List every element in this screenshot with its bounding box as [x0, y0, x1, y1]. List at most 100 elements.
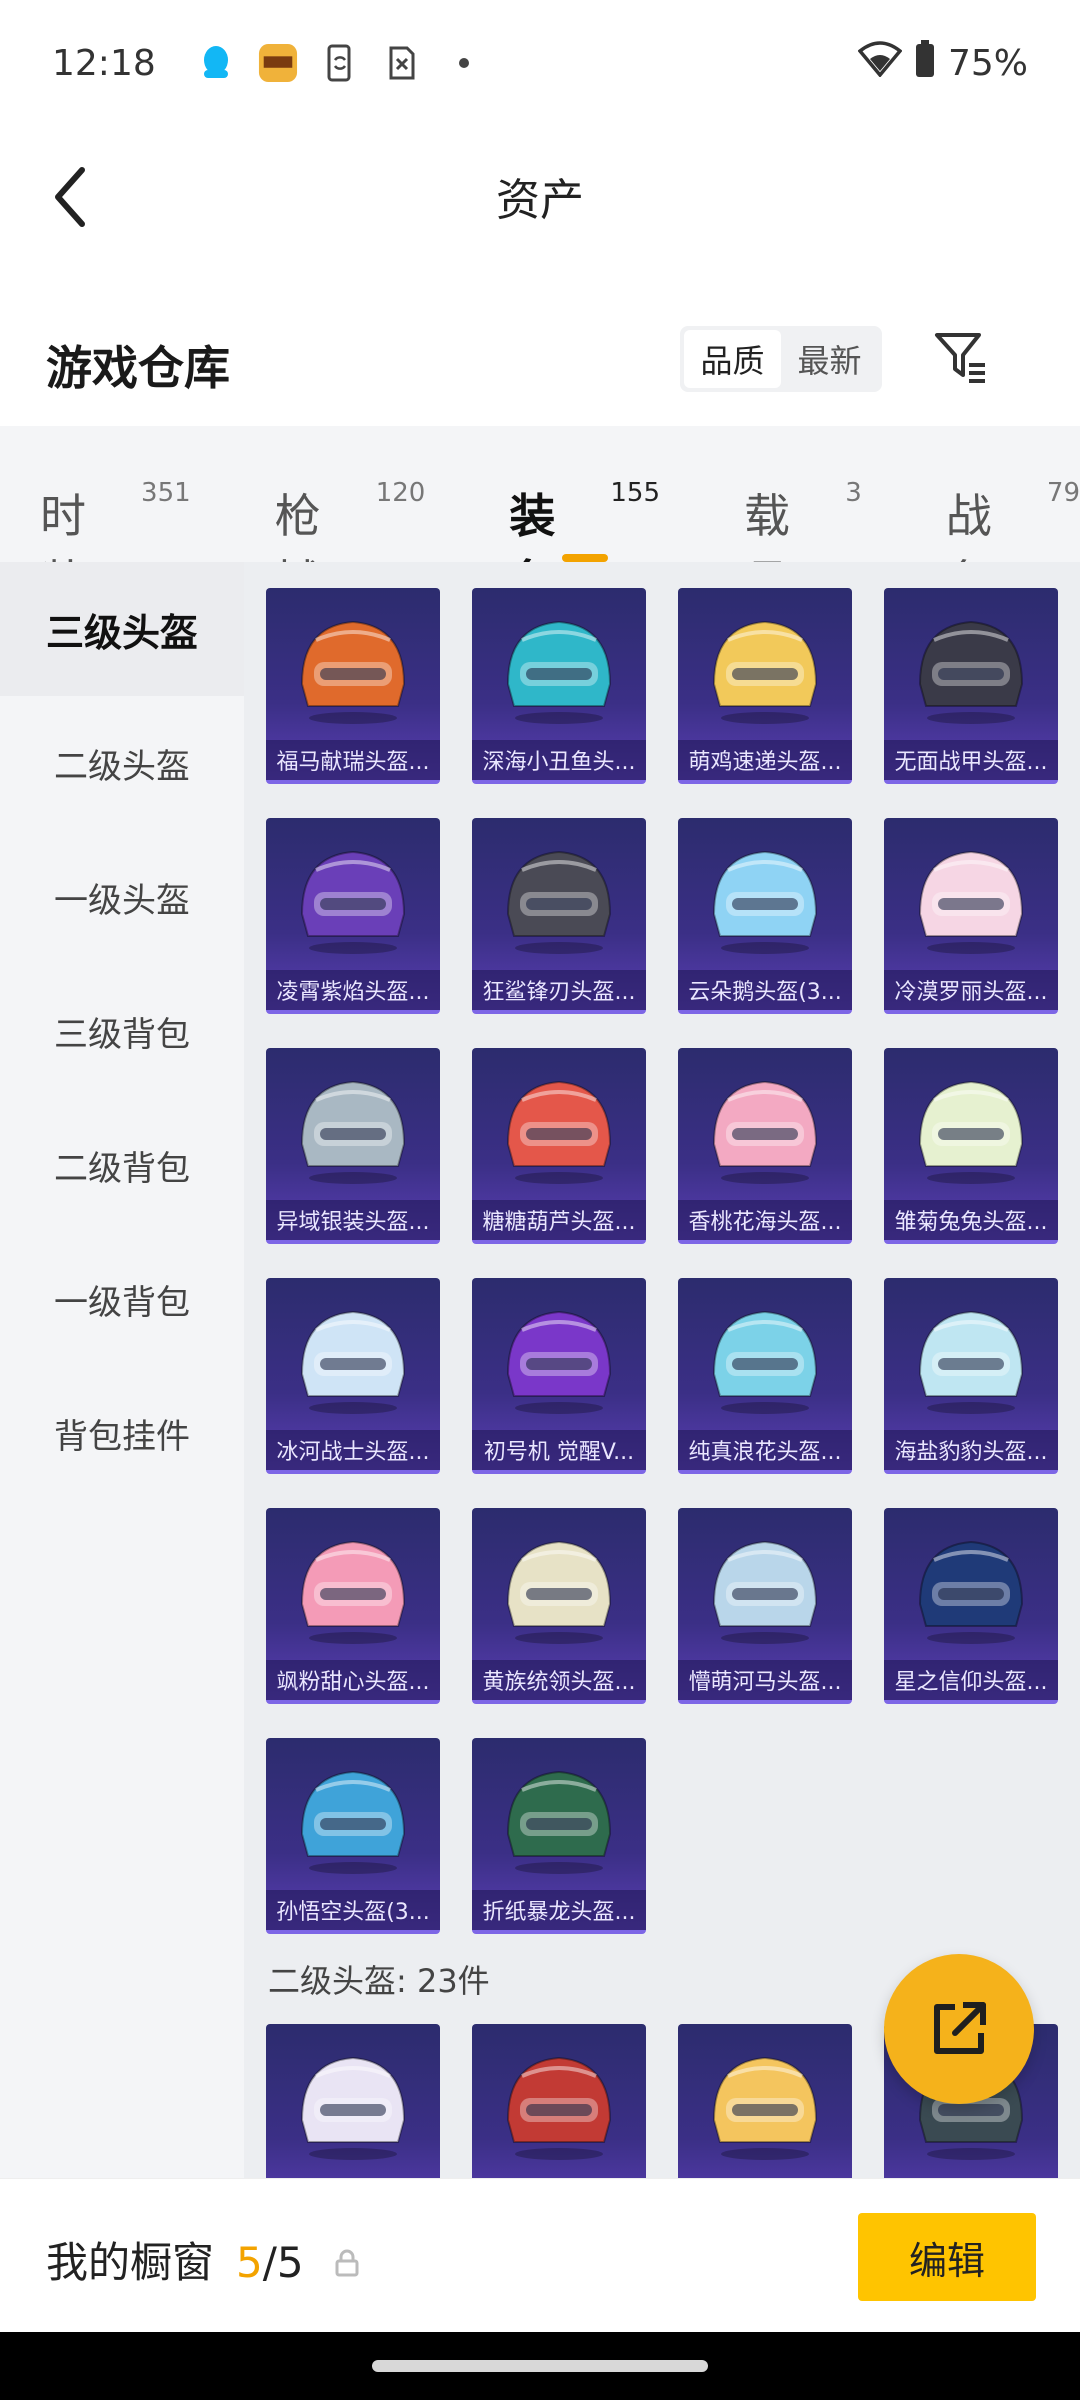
item-name: 云朵鹅头盔(3...: [678, 970, 852, 1010]
tab-supplies[interactable]: 战备 79: [946, 444, 1080, 609]
dot-icon: [444, 43, 484, 83]
tab-count: 79: [1046, 478, 1080, 508]
wifi-icon: [857, 40, 903, 86]
battery-level: 75%: [947, 42, 1028, 84]
warehouse-title: 游戏仓库: [46, 341, 230, 395]
helmet-item-card[interactable]: [678, 2024, 852, 2178]
tab-guns[interactable]: 枪械 120: [275, 444, 426, 609]
helmet-thumbnail: [506, 1080, 612, 1184]
item-name: 狂鲨锋刃头盔...: [472, 970, 646, 1010]
warehouse-header: 游戏仓库: [0, 296, 1080, 426]
edit-button[interactable]: 编辑: [858, 2213, 1036, 2301]
item-name: 无面战甲头盔...: [884, 740, 1058, 780]
item-name: 飒粉甜心头盔...: [266, 1660, 440, 1700]
sort-newest-button[interactable]: 最新: [781, 330, 878, 388]
helmet-item-card[interactable]: 无面战甲头盔...: [884, 588, 1058, 784]
item-name: 孙悟空头盔(3...: [266, 1890, 440, 1930]
helmet-thumbnail: [918, 1080, 1024, 1184]
helmet-item-card[interactable]: 云朵鹅头盔(3...: [678, 818, 852, 1014]
item-name: 冰河战士头盔...: [266, 1430, 440, 1470]
sidebar-item-level2-helmet[interactable]: 二级头盔: [0, 696, 244, 830]
tab-equipment[interactable]: 装备 155: [509, 444, 661, 609]
item-name: 凌霄紫焰头盔...: [266, 970, 440, 1010]
sidebar-item-level3-helmet[interactable]: 三级头盔: [0, 562, 244, 696]
helmet-item-card[interactable]: 星之信仰头盔...: [884, 1508, 1058, 1704]
helmet-item-card[interactable]: 福马献瑞头盔...: [266, 588, 440, 784]
showcase-label: 我的橱窗: [46, 2238, 215, 2287]
helmet-item-card[interactable]: 香桃花海头盔...: [678, 1048, 852, 1244]
tab-count: 3: [845, 478, 862, 508]
helmet-thumbnail: [506, 620, 612, 724]
chevron-left-icon: [55, 167, 85, 227]
helmet-thumbnail: [918, 1540, 1024, 1644]
helmet-item-card[interactable]: 飒粉甜心头盔...: [266, 1508, 440, 1704]
tab-count: 351: [141, 478, 191, 508]
showcase-info: 我的橱窗 5 / 5: [46, 2229, 360, 2290]
helmet-thumbnail: [712, 1540, 818, 1644]
helmet-thumbnail: [712, 620, 818, 724]
helmet-item-card[interactable]: 凌霄紫焰头盔...: [266, 818, 440, 1014]
item-name: 冷漠罗丽头盔...: [884, 970, 1058, 1010]
category-sidebar: 三级头盔 二级头盔 一级头盔 三级背包 二级背包 一级背包 背包挂件: [0, 562, 244, 2178]
helmet-item-card[interactable]: 雏菊兔兔头盔...: [884, 1048, 1058, 1244]
helmet-item-card[interactable]: 异域银装头盔...: [266, 1048, 440, 1244]
item-name: 星之信仰头盔...: [884, 1660, 1058, 1700]
helmet-item-card[interactable]: 孙悟空头盔(3...: [266, 1738, 440, 1934]
helmet-thumbnail: [300, 1080, 406, 1184]
helmet-thumbnail: [300, 1310, 406, 1414]
helmet-item-card[interactable]: [266, 2024, 440, 2178]
sidebar-item-backpack-charm[interactable]: 背包挂件: [0, 1366, 244, 1500]
active-tab-indicator: [561, 554, 608, 562]
item-name: 萌鸡速递头盔...: [678, 740, 852, 780]
sort-quality-button[interactable]: 品质: [684, 330, 781, 388]
helmet-item-card[interactable]: 海盐豹豹头盔...: [884, 1278, 1058, 1474]
tab-vehicles[interactable]: 载具 3: [744, 444, 862, 609]
sidebar-item-level2-backpack[interactable]: 二级背包: [0, 1098, 244, 1232]
helmet-thumbnail: [300, 620, 406, 724]
home-gesture-handle[interactable]: [372, 2360, 708, 2372]
item-name: 懵萌河马头盔...: [678, 1660, 852, 1700]
sidebar-item-level1-backpack[interactable]: 一级背包: [0, 1232, 244, 1366]
status-bar: 12:18 75%: [0, 0, 1080, 126]
helmet-thumbnail: [712, 1080, 818, 1184]
tab-count: 155: [610, 478, 661, 508]
helmet-thumbnail: [712, 850, 818, 954]
item-name: 雏菊兔兔头盔...: [884, 1200, 1058, 1240]
helmet-thumbnail: [918, 850, 1024, 954]
helmet-item-card[interactable]: 深海小丑鱼头...: [472, 588, 646, 784]
filter-button[interactable]: [930, 324, 992, 390]
back-button[interactable]: [40, 162, 100, 232]
helmet-thumbnail: [918, 620, 1024, 724]
phone-sync-icon: [320, 43, 360, 83]
helmet-item-card[interactable]: 冰河战士头盔...: [266, 1278, 440, 1474]
section-label: 二级头盔: 23件: [268, 1962, 490, 2000]
helmet-thumbnail: [300, 2056, 406, 2160]
helmet-item-card[interactable]: 冷漠罗丽头盔...: [884, 818, 1058, 1014]
top-header: 资产: [0, 126, 1080, 266]
helmet-item-card[interactable]: 折纸暴龙头盔...: [472, 1738, 646, 1934]
helmet-thumbnail: [712, 2056, 818, 2160]
system-nav-bar: [0, 2332, 1080, 2400]
sidebar-item-level3-backpack[interactable]: 三级背包: [0, 964, 244, 1098]
share-button[interactable]: [884, 1954, 1034, 2104]
helmet-thumbnail: [506, 1540, 612, 1644]
helmet-item-card[interactable]: 萌鸡速递头盔...: [678, 588, 852, 784]
sort-toggle: 品质 最新: [680, 326, 882, 392]
helmet-item-card[interactable]: 糖糖葫芦头盔...: [472, 1048, 646, 1244]
helmet-item-card[interactable]: [472, 2024, 646, 2178]
tab-count: 120: [375, 478, 426, 508]
helmet-item-card[interactable]: 初号机 觉醒V...: [472, 1278, 646, 1474]
sim-off-icon: [382, 43, 422, 83]
helmet-item-card[interactable]: 纯真浪花头盔...: [678, 1278, 852, 1474]
lock-icon: [334, 2249, 360, 2277]
filter-icon: [935, 333, 985, 383]
item-name: 福马献瑞头盔...: [266, 740, 440, 780]
tab-fashion[interactable]: 时装 351: [40, 444, 191, 609]
helmet-item-card[interactable]: 狂鲨锋刃头盔...: [472, 818, 646, 1014]
item-name: 初号机 觉醒V...: [472, 1430, 646, 1470]
helmet-item-card[interactable]: 黄族统领头盔...: [472, 1508, 646, 1704]
item-name: 香桃花海头盔...: [678, 1200, 852, 1240]
sidebar-item-level1-helmet[interactable]: 一级头盔: [0, 830, 244, 964]
helmet-thumbnail: [712, 1310, 818, 1414]
helmet-item-card[interactable]: 懵萌河马头盔...: [678, 1508, 852, 1704]
